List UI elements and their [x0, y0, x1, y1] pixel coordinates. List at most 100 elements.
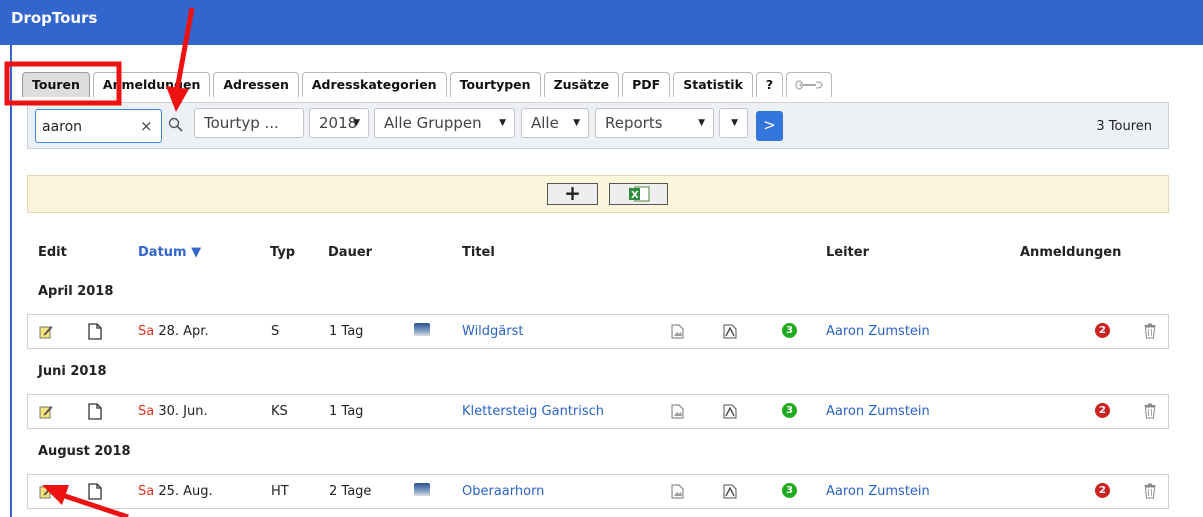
tourtyp-value: Tourtyp ...: [204, 114, 279, 132]
search-icon[interactable]: [168, 117, 184, 137]
tour-title-link[interactable]: Klettersteig Gantrisch: [462, 404, 604, 419]
participant-count-badge: 3: [782, 323, 797, 338]
search-input[interactable]: [42, 119, 132, 135]
app-header: DropTours: [0, 0, 1203, 45]
trash-icon[interactable]: [1144, 403, 1156, 423]
document-icon[interactable]: [88, 323, 102, 344]
filter-bar: × Tourtyp ... 2018 ▼ Alle Gruppen ▼ Alle…: [27, 102, 1169, 149]
tab-pdf[interactable]: PDF: [622, 72, 671, 97]
tab-tools[interactable]: [786, 72, 833, 97]
tourtyp-select[interactable]: Tourtyp ...: [194, 108, 304, 138]
participant-count-badge: 3: [782, 483, 797, 498]
tab-adressen[interactable]: Adressen: [213, 72, 299, 97]
image-file-icon[interactable]: [671, 484, 684, 503]
registration-count-badge[interactable]: 2: [1095, 483, 1110, 498]
excel-export-button[interactable]: X: [609, 183, 668, 205]
tour-date: Sa 30. Jun.: [138, 404, 208, 419]
tour-typ: S: [271, 324, 280, 339]
col-leiter: Leiter: [826, 245, 869, 260]
chevron-down-icon: ▼: [731, 118, 738, 128]
tour-count: 3 Touren: [1096, 119, 1152, 134]
tab-adresskategorien[interactable]: Adresskategorien: [301, 72, 447, 97]
document-icon[interactable]: [88, 403, 102, 424]
tour-weekday: Sa: [138, 324, 155, 339]
clear-search-icon[interactable]: ×: [140, 117, 153, 135]
action-bar: + X: [27, 175, 1169, 213]
edit-icon[interactable]: [39, 324, 53, 343]
extra-select[interactable]: ▼: [719, 108, 748, 138]
tour-date: Sa 28. Apr.: [138, 324, 209, 339]
tour-typ: KS: [271, 404, 288, 419]
pdf-icon[interactable]: [723, 404, 737, 423]
table-row: Sa 25. Aug. HT 2 Tage Oberaarhorn 3 Aaro…: [27, 474, 1169, 509]
gruppen-value: Alle Gruppen: [384, 114, 482, 132]
alle-select[interactable]: Alle ▼: [521, 108, 589, 138]
registration-count-badge[interactable]: 2: [1095, 403, 1110, 418]
registration-count-badge[interactable]: 2: [1095, 323, 1110, 338]
image-file-icon[interactable]: [671, 404, 684, 423]
reports-value: Reports: [605, 114, 663, 132]
svg-text:X: X: [631, 190, 639, 201]
chevron-down-icon: ▼: [573, 118, 580, 128]
alle-value: Alle: [531, 114, 559, 132]
pdf-icon[interactable]: [723, 324, 737, 343]
tour-weekday: Sa: [138, 484, 155, 499]
chevron-down-icon: ▼: [499, 118, 506, 128]
tour-image-thumbnail[interactable]: [414, 483, 430, 496]
tab-touren[interactable]: Touren: [22, 72, 90, 97]
document-icon[interactable]: [88, 483, 102, 504]
tab-zusaetze[interactable]: Zusätze: [543, 72, 620, 97]
tour-leader-link[interactable]: Aaron Zumstein: [826, 484, 930, 499]
col-edit: Edit: [38, 245, 67, 260]
main-tabs: Touren Anmeldungen Adressen Adresskatego…: [22, 71, 835, 97]
group-label: April 2018: [38, 284, 114, 299]
trash-icon[interactable]: [1144, 323, 1156, 343]
tour-typ: HT: [271, 484, 289, 499]
tour-weekday: Sa: [138, 404, 155, 419]
col-titel: Titel: [462, 245, 495, 260]
tour-dauer: 1 Tag: [329, 324, 364, 339]
tour-date-value: 28. Apr.: [158, 324, 209, 339]
tab-anmeldungen[interactable]: Anmeldungen: [92, 72, 211, 97]
chevron-down-icon: ▼: [353, 118, 360, 128]
tab-statistik[interactable]: Statistik: [673, 72, 753, 97]
tab-help[interactable]: ?: [755, 72, 784, 97]
reports-select[interactable]: Reports ▼: [595, 108, 714, 138]
tour-image-thumbnail[interactable]: [414, 323, 430, 336]
tour-leader-link[interactable]: Aaron Zumstein: [826, 324, 930, 339]
tour-dauer: 2 Tage: [329, 484, 372, 499]
wrench-icon: [795, 80, 823, 90]
year-value: 2018: [319, 114, 358, 132]
apply-filter-button[interactable]: >: [756, 111, 783, 141]
tour-title-link[interactable]: Oberaarhorn: [462, 484, 544, 499]
gruppen-select[interactable]: Alle Gruppen ▼: [374, 108, 515, 138]
left-border: [10, 45, 12, 517]
image-file-icon[interactable]: [671, 324, 684, 343]
edit-icon[interactable]: [39, 404, 53, 423]
tour-date-value: 25. Aug.: [158, 484, 213, 499]
tour-leader-link[interactable]: Aaron Zumstein: [826, 404, 930, 419]
table-row: Sa 28. Apr. S 1 Tag Wildgärst 3 Aaron Zu…: [27, 314, 1169, 349]
table-row: Sa 30. Jun. KS 1 Tag Klettersteig Gantri…: [27, 394, 1169, 429]
col-anmeldungen: Anmeldungen: [1020, 245, 1122, 260]
add-tour-button[interactable]: +: [547, 183, 598, 205]
group-label: August 2018: [38, 444, 131, 459]
edit-icon[interactable]: [39, 484, 53, 503]
search-field[interactable]: ×: [35, 109, 162, 143]
col-dauer: Dauer: [328, 245, 373, 260]
excel-icon: X: [628, 186, 649, 202]
chevron-down-icon: ▼: [698, 118, 705, 128]
col-datum[interactable]: Datum ▼: [138, 245, 201, 260]
col-typ: Typ: [270, 245, 296, 260]
group-label: Juni 2018: [38, 364, 107, 379]
tour-title-link[interactable]: Wildgärst: [462, 324, 523, 339]
pdf-icon[interactable]: [723, 484, 737, 503]
participant-count-badge: 3: [782, 403, 797, 418]
app-title: DropTours: [11, 9, 98, 27]
tour-date-value: 30. Jun.: [158, 404, 208, 419]
tour-date: Sa 25. Aug.: [138, 484, 213, 499]
trash-icon[interactable]: [1144, 483, 1156, 503]
year-select[interactable]: 2018 ▼: [309, 108, 369, 138]
tour-dauer: 1 Tag: [329, 404, 364, 419]
tab-tourtypen[interactable]: Tourtypen: [449, 72, 541, 97]
